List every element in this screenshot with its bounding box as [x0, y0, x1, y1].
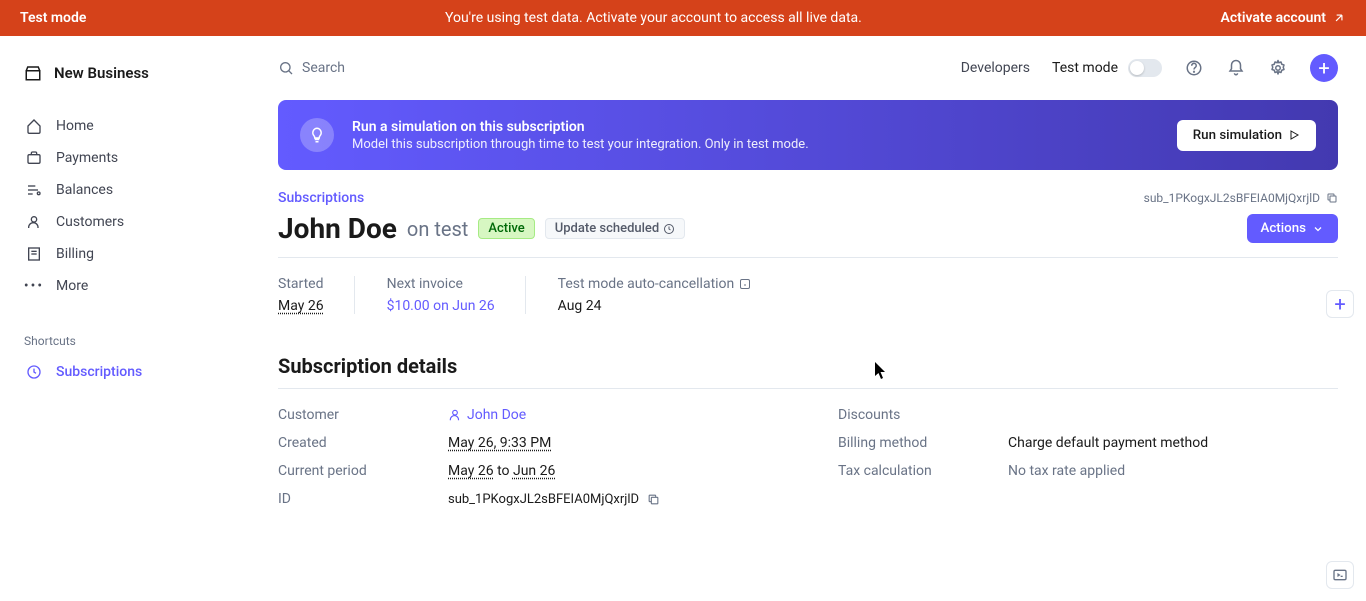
topbar: Search Developers Test mode +: [250, 36, 1366, 100]
detail-customer-label: Customer: [278, 407, 448, 423]
create-button[interactable]: +: [1310, 54, 1338, 82]
plus-icon: +: [1318, 56, 1329, 80]
nav-home[interactable]: Home: [0, 110, 250, 142]
floating-add-button[interactable]: +: [1326, 290, 1354, 318]
sim-title: Run a simulation on this subscription: [352, 119, 1159, 135]
person-small-icon: [448, 408, 462, 422]
lightbulb-icon: [300, 118, 334, 152]
started-value[interactable]: May 26: [278, 298, 324, 314]
next-invoice-value[interactable]: $10.00 on Jun 26: [387, 298, 495, 314]
detail-tax-value: No tax rate applied: [1008, 463, 1125, 479]
test-mode-banner: Test mode You're using test data. Activa…: [0, 0, 1366, 36]
clock-small-icon: [663, 223, 675, 235]
subscription-details-heading: Subscription details: [278, 354, 1338, 378]
detail-billing-value: Charge default payment method: [1008, 435, 1208, 451]
status-badge-active: Active: [478, 218, 534, 239]
help-button[interactable]: [1184, 58, 1204, 78]
home-icon: [26, 118, 42, 134]
global-search[interactable]: Search: [278, 60, 943, 76]
started-label: Started: [278, 276, 324, 292]
help-icon: [1185, 59, 1203, 77]
chevron-down-icon: [1312, 223, 1324, 235]
main-content: Search Developers Test mode +: [250, 36, 1366, 601]
shortcuts-heading: Shortcuts: [0, 310, 250, 356]
nav-billing[interactable]: Billing: [0, 238, 250, 270]
info-icon[interactable]: [739, 278, 751, 290]
detail-id-value: sub_1PKogxJL2sBFEIA0MjQxrjlD: [448, 491, 660, 507]
breadcrumb-subscriptions[interactable]: Subscriptions: [278, 190, 364, 206]
activate-account-link[interactable]: Activate account: [1220, 10, 1346, 26]
gear-icon: [1269, 59, 1287, 77]
test-mode-toggle-label: Test mode: [1052, 60, 1118, 76]
on-label: on test: [407, 217, 468, 241]
plus-icon: +: [1334, 292, 1345, 316]
clock-icon: [26, 364, 42, 380]
business-selector[interactable]: New Business: [0, 54, 250, 102]
detail-tax-label: Tax calculation: [838, 463, 1008, 479]
balances-icon: [26, 182, 42, 198]
floating-terminal-button[interactable]: [1326, 561, 1354, 589]
run-simulation-button[interactable]: Run simulation: [1177, 120, 1316, 151]
developers-link[interactable]: Developers: [961, 60, 1030, 76]
shortcut-subscriptions[interactable]: Subscriptions: [0, 356, 250, 388]
nav-balances[interactable]: Balances: [0, 174, 250, 206]
divider: [278, 257, 1338, 258]
next-invoice-label: Next invoice: [387, 276, 495, 292]
search-icon: [278, 60, 294, 76]
sim-subtitle: Model this subscription through time to …: [352, 137, 1159, 152]
detail-period-label: Current period: [278, 463, 448, 479]
copy-icon[interactable]: [647, 493, 660, 506]
detail-billing-label: Billing method: [838, 435, 1008, 451]
briefcase-icon: [26, 150, 42, 166]
divider: [278, 388, 1338, 389]
detail-discounts-label: Discounts: [838, 407, 1008, 423]
detail-created-value[interactable]: May 26, 9:33 PM: [448, 435, 551, 451]
nav-payments[interactable]: Payments: [0, 142, 250, 174]
more-icon: •••: [26, 278, 42, 294]
status-badge-scheduled: Update scheduled: [545, 218, 686, 239]
bell-icon: [1227, 59, 1245, 77]
receipt-icon: [26, 246, 42, 262]
nav-customers[interactable]: Customers: [0, 206, 250, 238]
external-link-icon: [1332, 11, 1346, 25]
auto-cancel-label: Test mode auto-cancellation: [558, 276, 752, 292]
actions-button[interactable]: Actions: [1247, 214, 1338, 243]
auto-cancel-value: Aug 24: [558, 298, 752, 314]
store-icon: [24, 64, 42, 82]
sidebar: New Business Home Payments Balances Cust…: [0, 36, 250, 601]
detail-period-value: May 26 to Jun 26: [448, 463, 555, 479]
terminal-icon: [1332, 567, 1348, 583]
subscription-id-badge: sub_1PKogxJL2sBFEIA0MjQxrjlD: [1144, 191, 1338, 205]
settings-button[interactable]: [1268, 58, 1288, 78]
test-mode-message: You're using test data. Activate your ac…: [86, 10, 1220, 26]
copy-icon[interactable]: [1326, 192, 1338, 204]
detail-created-label: Created: [278, 435, 448, 451]
nav-more[interactable]: ••• More: [0, 270, 250, 302]
test-mode-toggle[interactable]: [1128, 59, 1162, 77]
detail-customer-link[interactable]: John Doe: [448, 407, 526, 423]
play-icon: [1288, 129, 1300, 141]
detail-id-label: ID: [278, 491, 448, 507]
customer-name-heading: John Doe: [278, 212, 397, 245]
person-icon: [26, 214, 42, 230]
test-mode-label: Test mode: [20, 10, 86, 26]
notifications-button[interactable]: [1226, 58, 1246, 78]
simulation-banner: Run a simulation on this subscription Mo…: [278, 100, 1338, 170]
